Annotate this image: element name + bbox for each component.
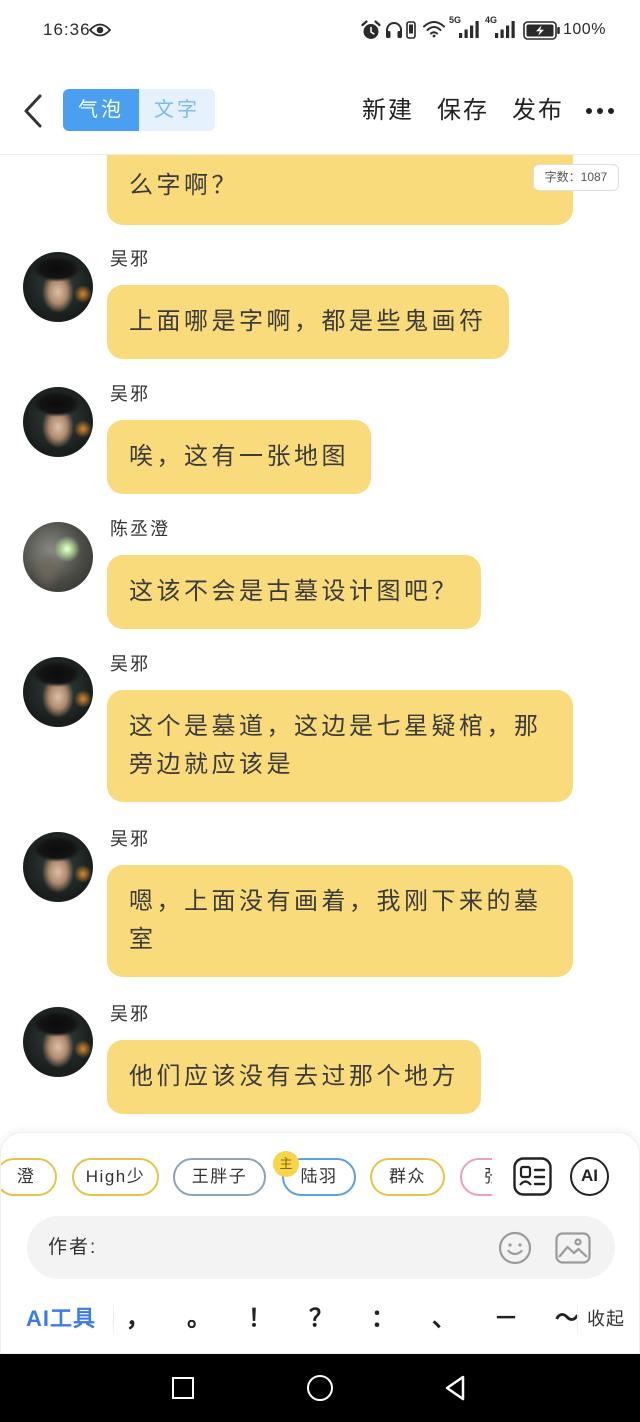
message-bubble[interactable]: 上面哪是字啊，都是些鬼画符 <box>107 285 509 359</box>
headphones-icon <box>384 20 404 40</box>
chat-message: 吴邪 这个是墓道，这边是七星疑棺，那旁边就应该是 <box>0 654 640 802</box>
punctuation-key[interactable]: ？ <box>301 1291 341 1347</box>
publish-button[interactable]: 发布 <box>512 96 564 126</box>
image-icon <box>555 1232 591 1264</box>
emoji-button[interactable] <box>498 1231 532 1265</box>
collapse-button[interactable]: 收起 <box>587 1291 625 1347</box>
message-bubble[interactable]: 唉，这有一张地图 <box>107 420 371 494</box>
square-icon[interactable] <box>172 1377 194 1399</box>
system-nav-bar <box>0 1354 640 1422</box>
punctuation-key[interactable]: ： <box>363 1291 403 1347</box>
speaker-name: 吴邪 <box>110 829 150 849</box>
signal-icon <box>495 21 515 38</box>
avatar[interactable] <box>23 387 93 457</box>
mode-toggle: 气泡 文字 <box>63 89 215 131</box>
message-input[interactable]: 作者: <box>27 1216 615 1279</box>
image-button[interactable] <box>555 1232 591 1264</box>
speaker-name: 吴邪 <box>110 384 150 404</box>
tab-bubble[interactable]: 气泡 <box>63 89 139 131</box>
punctuation-key[interactable]: － <box>486 1291 526 1347</box>
alarm-icon <box>360 19 382 41</box>
emoji-icon <box>498 1231 532 1265</box>
punctuation-toolbar: AI工具 ， 。 ！ ？ ： 、 － ～ 收起 <box>1 1291 640 1347</box>
punctuation-key[interactable]: 、 <box>424 1291 464 1347</box>
word-count-badge: 字数：1087 <box>533 164 619 191</box>
battery-percent: 100% <box>563 21 606 38</box>
chat-message: 吴邪 唉，这有一张地图 <box>0 384 640 494</box>
chat-message: 吴邪 嗯，上面没有画着，我刚下来的墓室 <box>0 829 640 977</box>
eye-icon <box>88 22 112 38</box>
wifi-icon <box>422 19 446 38</box>
toolbar-divider <box>113 1299 114 1339</box>
ai-button[interactable]: AI <box>570 1157 609 1196</box>
status-bar: 16:36 5G 4G 100% <box>0 0 640 60</box>
status-time: 16:36 <box>43 20 91 39</box>
new-button[interactable]: 新建 <box>362 96 414 126</box>
speaker-name: 陈丞澄 <box>110 519 170 539</box>
circle-icon[interactable] <box>307 1375 333 1401</box>
protagonist-badge: 主 <box>273 1151 299 1177</box>
chat-message: 吴邪 他们应该没有去过那个地方 <box>0 1004 640 1114</box>
signal-icon <box>459 21 479 38</box>
punctuation-key[interactable]: ， <box>118 1291 158 1347</box>
speaker-name: 吴邪 <box>110 654 150 674</box>
speaker-name: 吴邪 <box>110 1004 150 1024</box>
message-bubble[interactable]: 这该不会是古墓设计图吧？ <box>107 555 481 629</box>
contact-card-icon <box>513 1157 552 1196</box>
chevron-left-icon <box>24 94 42 128</box>
character-selector[interactable]: 澄 High少 王胖子 陆羽 群众 张 <box>1 1158 492 1196</box>
punctuation-key[interactable]: ～ <box>547 1291 587 1347</box>
character-list-button[interactable] <box>513 1157 552 1196</box>
top-app-bar: 气泡 文字 新建 保存 发布 <box>0 60 640 155</box>
character-chip[interactable]: 王胖子 <box>173 1158 266 1196</box>
toolbar-divider <box>577 1299 578 1339</box>
character-chip[interactable]: 张 <box>460 1158 492 1196</box>
phone-icon <box>406 21 416 39</box>
battery-icon <box>523 21 561 40</box>
composer-panel: 澄 High少 王胖子 陆羽 群众 张 主 AI 作者: AI工具 ， 。 ！ … <box>0 1132 640 1354</box>
chat-message: 陈丞澄 这该不会是古墓设计图吧？ <box>0 519 640 629</box>
more-button[interactable] <box>586 108 614 114</box>
message-bubble[interactable]: 嗯，上面没有画着，我刚下来的墓室 <box>107 865 573 977</box>
chat-message: 吴邪 上面哪是字啊，都是些鬼画符 <box>0 249 640 359</box>
save-button[interactable]: 保存 <box>437 96 489 126</box>
tab-text[interactable]: 文字 <box>139 89 215 131</box>
character-chip[interactable]: 澄 <box>1 1158 57 1196</box>
avatar[interactable] <box>23 832 93 902</box>
avatar[interactable] <box>23 522 93 592</box>
back-button[interactable] <box>22 94 44 128</box>
ai-tools-button[interactable]: AI工具 <box>26 1291 96 1347</box>
punctuation-key[interactable]: ！ <box>240 1291 280 1347</box>
character-chip[interactable]: 群众 <box>370 1158 445 1196</box>
avatar[interactable] <box>23 252 93 322</box>
author-label: 作者: <box>48 1237 98 1258</box>
avatar[interactable] <box>23 1007 93 1077</box>
character-chip[interactable]: High少 <box>72 1158 159 1196</box>
avatar[interactable] <box>23 657 93 727</box>
message-bubble[interactable]: 这个是墓道，这边是七星疑棺，那旁边就应该是 <box>107 690 573 802</box>
speaker-name: 吴邪 <box>110 249 150 269</box>
punctuation-key[interactable]: 。 <box>179 1291 219 1347</box>
message-bubble[interactable]: 他们应该没有去过那个地方 <box>107 1040 481 1114</box>
triangle-back-icon[interactable] <box>443 1375 467 1401</box>
